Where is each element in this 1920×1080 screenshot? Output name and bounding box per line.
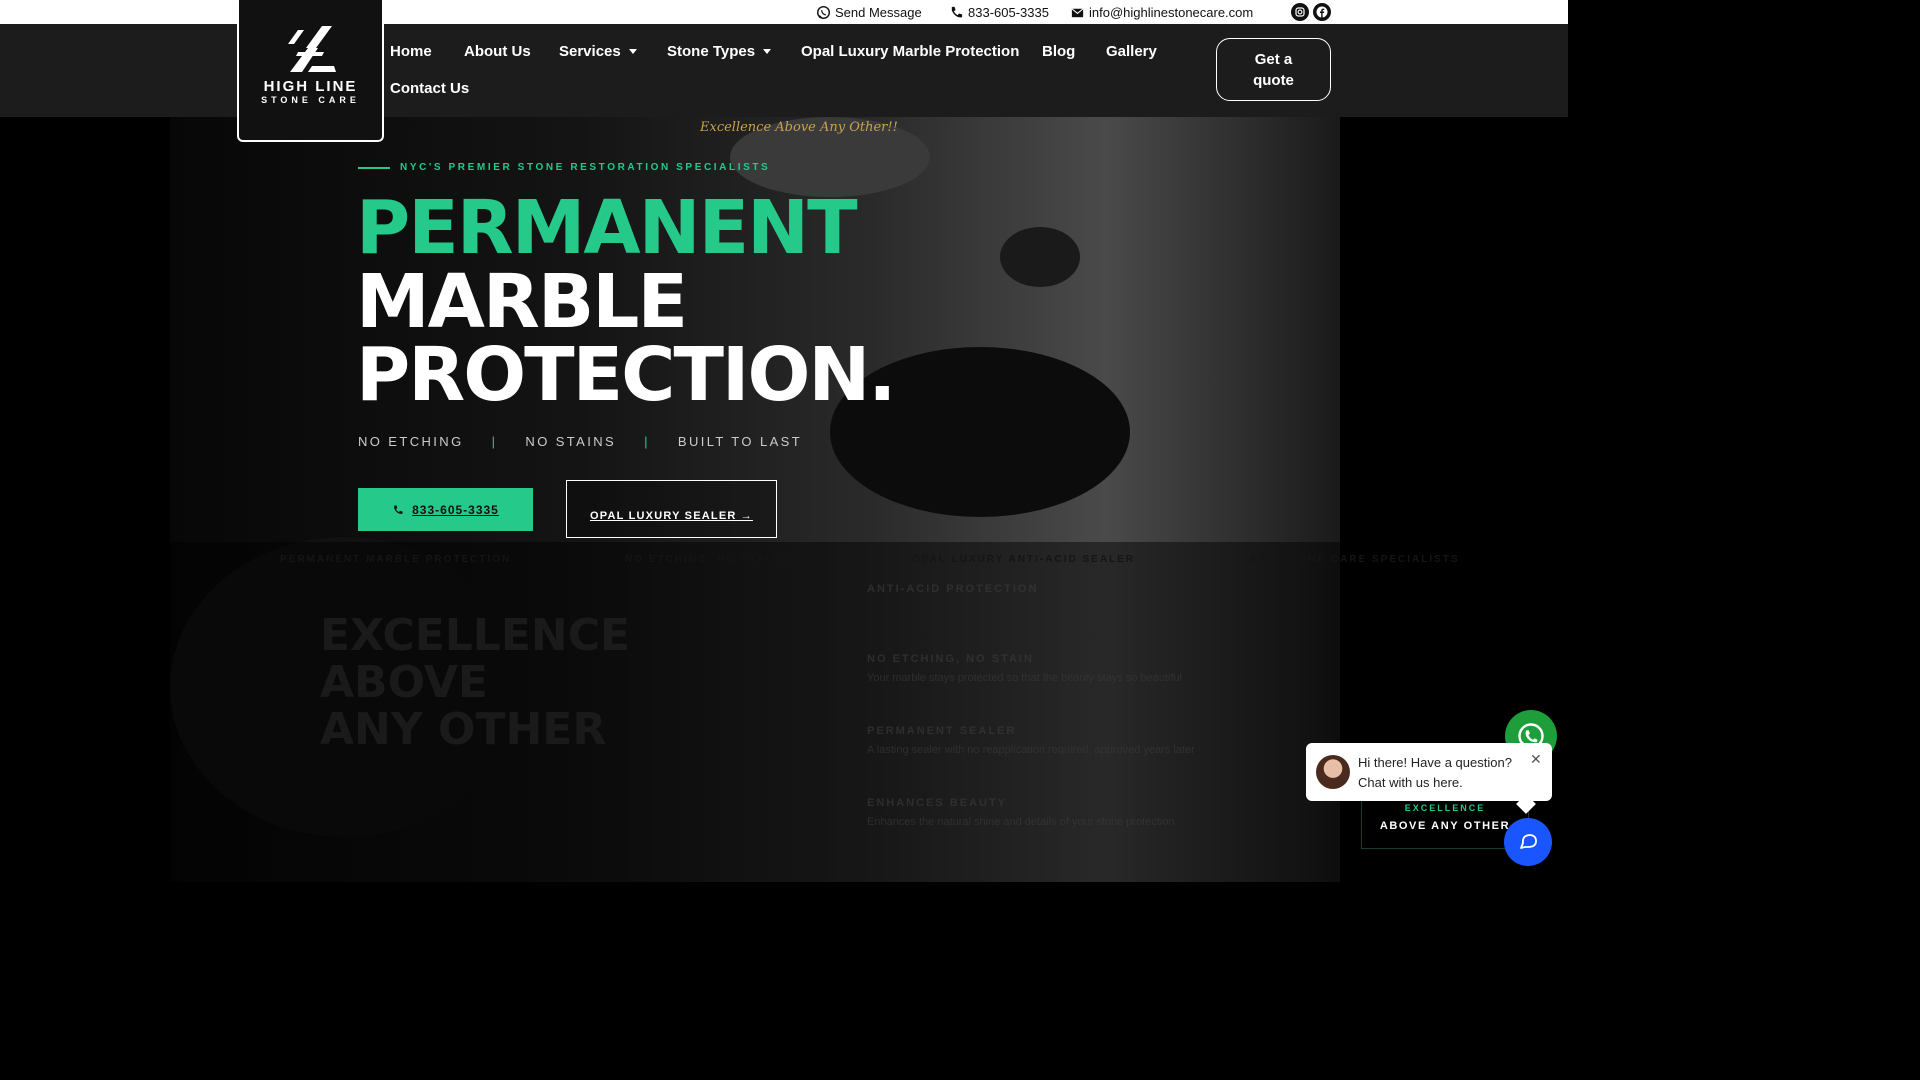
main-nav: Home About Us Services Stone Types Opal … (0, 24, 1568, 117)
feature-built-to-last: BUILT TO LAST (677, 434, 803, 449)
phone-label: 833-605-3335 (968, 4, 1049, 20)
logo-mark (287, 26, 336, 72)
facebook-icon[interactable] (1313, 3, 1331, 21)
phone-icon (951, 6, 963, 17)
ticker-item: OPAL LUXURY ANTI-ACID SEALER (912, 554, 1136, 565)
nav-stone-types[interactable]: Stone Types (667, 43, 772, 60)
feature-separator: | (644, 434, 650, 449)
send-message-link[interactable]: Send Message (816, 3, 922, 21)
chevron-down-icon (763, 49, 772, 54)
badge-line2: ABOVE ANY OTHER (1379, 820, 1511, 832)
hero-features: NO ETCHING | NO STAINS | BUILT TO LAST (358, 434, 802, 449)
nav-gallery-label: Gallery (1106, 43, 1157, 60)
nav-blog-label: Blog (1042, 43, 1076, 60)
call-phone-button[interactable]: 833-605-3335 (358, 488, 533, 531)
ticker-item: NYC STONE CARE SPECIALISTS (1250, 554, 1460, 565)
send-message-label: Send Message (835, 4, 922, 20)
phone-link[interactable]: 833-605-3335 (949, 3, 1049, 21)
nav-home[interactable]: Home (390, 43, 432, 60)
chat-line1: Hi there! Have a question? (1358, 755, 1512, 770)
nav-home-label: Home (390, 43, 432, 60)
ghost-heading-line2: ABOVE (320, 657, 488, 708)
chat-greeting-popup[interactable]: Hi there! Have a question? Chat with us … (1306, 743, 1552, 801)
nav-opal-luxury-label: Opal Luxury Marble Protection (801, 43, 1020, 60)
chat-line2: Chat with us here. (1358, 775, 1463, 790)
ticker-item: NO ETCHING. NO STAINS. (625, 554, 794, 565)
live-chat-button[interactable] (1504, 818, 1552, 866)
chevron-down-icon (628, 49, 637, 54)
site-logo[interactable]: HIGH LINE STONE CARE (237, 0, 384, 142)
nav-contact-us-label: Contact Us (390, 80, 470, 97)
close-icon[interactable]: ✕ (1530, 751, 1542, 768)
eyebrow-text: NYC'S PREMIER STONE RESTORATION SPECIALI… (400, 162, 771, 173)
ghost-heading-line3: ANY OTHER (320, 704, 607, 755)
avatar (1316, 755, 1350, 789)
nav-opal-luxury[interactable]: Opal Luxury Marble Protection (801, 43, 1019, 60)
ghost-feature-title: ENHANCES BEAUTY (867, 797, 1008, 809)
hero-eyebrow: NYC'S PREMIER STONE RESTORATION SPECIALI… (358, 162, 770, 173)
feature-no-stains: NO STAINS (525, 434, 617, 449)
nav-about-us-label: About Us (464, 43, 531, 60)
ghost-feature-title: NO ETCHING, NO STAIN (867, 653, 1034, 665)
nav-services[interactable]: Services (559, 43, 637, 60)
nav-about-us[interactable]: About Us (464, 43, 531, 60)
eyebrow-line (358, 166, 390, 169)
chat-greeting-text: Hi there! Have a question? Chat with us … (1358, 753, 1512, 793)
badge-line1: EXCELLENCE (1404, 803, 1486, 813)
top-bar: Send Message 833-605-3335 info@highlines… (0, 0, 1568, 24)
ghost-feature-text: Your marble stays protected so that the … (867, 672, 1183, 684)
hero-heading-line3: PROTECTION. (356, 332, 896, 418)
envelope-icon (1071, 7, 1084, 17)
email-link[interactable]: info@highlinestonecare.com (1070, 3, 1253, 21)
instagram-icon[interactable] (1291, 3, 1309, 21)
ghost-feature-title: ANTI-ACID PROTECTION (867, 583, 1039, 595)
ghost-heading-line1: EXCELLENCE (320, 610, 631, 661)
hero-heading-line1: PERMANENT (356, 185, 858, 271)
ghost-feature-text: A lasting sealer with no reapplication r… (867, 744, 1195, 756)
ticker-item: PERMANENT MARBLE PROTECTION (280, 554, 512, 565)
nav-blog[interactable]: Blog (1042, 43, 1075, 60)
feature-no-etching: NO ETCHING (358, 434, 464, 449)
nav-stone-types-label: Stone Types (667, 43, 756, 60)
whatsapp-icon (816, 5, 831, 19)
logo-text-primary: HIGH LINE (263, 78, 358, 95)
hero-heading-line2: MARBLE (356, 259, 688, 345)
email-label: info@highlinestonecare.com (1089, 4, 1254, 20)
nav-contact-us[interactable]: Contact Us (390, 80, 469, 97)
hero-tagline: Excellence Above Any Other!! (700, 120, 898, 135)
call-phone-label: 833-605-3335 (412, 502, 499, 517)
phone-icon (394, 505, 403, 514)
get-quote-button[interactable]: Get a quote (1216, 38, 1331, 101)
opal-luxury-sealer-button[interactable]: OPAL LUXURY SEALER → (566, 480, 777, 538)
ghost-feature-title: PERMANENT SEALER (867, 725, 1017, 737)
feature-separator: | (491, 434, 498, 449)
nav-services-label: Services (559, 43, 621, 60)
nav-gallery[interactable]: Gallery (1106, 43, 1157, 60)
chat-icon (1520, 834, 1537, 849)
logo-text-secondary: STONE CARE (261, 95, 360, 105)
ghost-feature-text: Enhances the natural shine and details o… (867, 816, 1175, 828)
